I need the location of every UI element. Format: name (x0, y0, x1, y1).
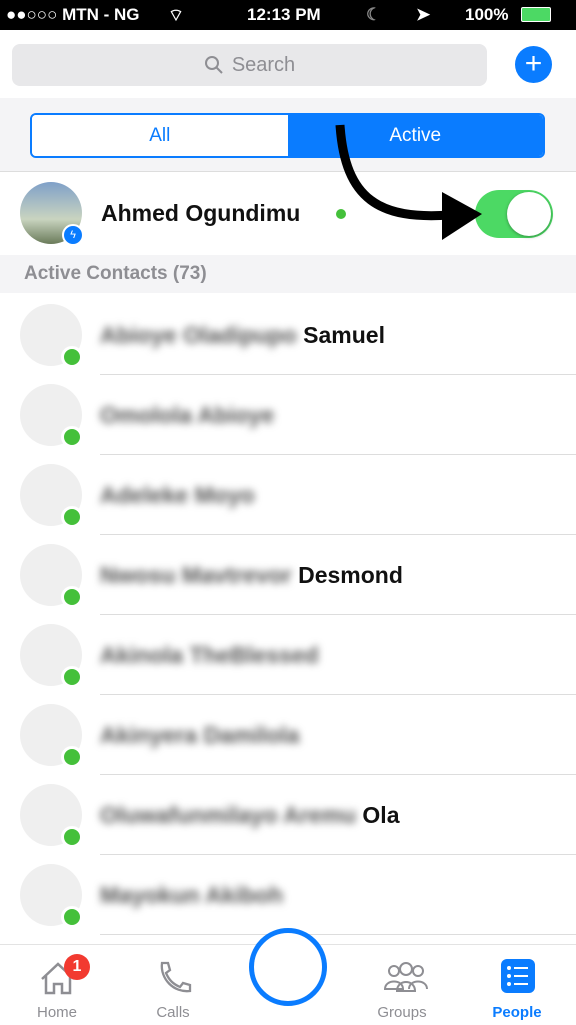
blurred-name: Nwosu Mavtrevor (100, 562, 292, 588)
contact-row[interactable]: Mayokun Akiboh (0, 855, 576, 935)
tab-people[interactable]: People (472, 945, 562, 1025)
blurred-name: Oluwafunmilayo Aremu (100, 802, 357, 828)
people-list-icon (501, 959, 535, 993)
contact-row[interactable]: Abioye Oladipupo Samuel (0, 295, 576, 375)
online-dot (61, 666, 83, 688)
groups-icon (383, 962, 428, 992)
contact-name: Mayokun Akiboh (100, 882, 283, 909)
tab-home[interactable]: Home (12, 945, 102, 1025)
tab-groups[interactable]: Groups (357, 945, 447, 1025)
visible-name: Desmond (298, 562, 403, 588)
phone-icon (160, 961, 192, 993)
contact-name: Nwosu Mavtrevor Desmond (100, 562, 403, 589)
online-dot (61, 586, 83, 608)
camera-button[interactable] (249, 928, 327, 1006)
notification-badge: 1 (64, 954, 90, 980)
contact-name: Abioye Oladipupo Samuel (100, 322, 385, 349)
blurred-name: Akinyera Damilola (100, 722, 300, 748)
blurred-name: Akinola TheBlessed (100, 642, 319, 668)
tab-calls[interactable]: Calls (128, 945, 218, 1025)
online-dot (61, 746, 83, 768)
contact-row[interactable]: Akinola TheBlessed (0, 615, 576, 695)
contact-row[interactable]: Oluwafunmilayo Aremu Ola (0, 775, 576, 855)
blurred-name: Abioye Oladipupo (100, 322, 297, 348)
contact-row[interactable]: Akinyera Damilola (0, 695, 576, 775)
contact-row[interactable]: Adeleke Moyo (0, 455, 576, 535)
online-dot (61, 506, 83, 528)
tab-people-label: People (492, 1004, 542, 1021)
online-dot (61, 826, 83, 848)
contact-name: Akinyera Damilola (100, 722, 299, 749)
online-dot (61, 426, 83, 448)
tab-calls-label: Calls (156, 1004, 190, 1021)
blurred-name: Adeleke Moyo (100, 482, 255, 508)
contact-name: Oluwafunmilayo Aremu Ola (100, 802, 400, 829)
visible-name: Ola (362, 802, 400, 828)
blurred-name: Omolola Abioye (100, 402, 275, 428)
contact-name: Adeleke Moyo (100, 482, 255, 509)
contact-row[interactable]: Nwosu Mavtrevor Desmond (0, 535, 576, 615)
online-dot (61, 346, 83, 368)
blurred-name: Mayokun Akiboh (100, 882, 284, 908)
tab-groups-label: Groups (377, 1004, 427, 1021)
section-header: Active Contacts (73) (0, 255, 576, 293)
visible-name: Samuel (303, 322, 385, 348)
contact-name: Akinola TheBlessed (100, 642, 319, 669)
tab-home-label: Home (36, 1004, 77, 1021)
contact-row[interactable]: Omolola Abioye (0, 375, 576, 455)
contact-name: Omolola Abioye (100, 402, 274, 429)
online-dot (61, 906, 83, 928)
